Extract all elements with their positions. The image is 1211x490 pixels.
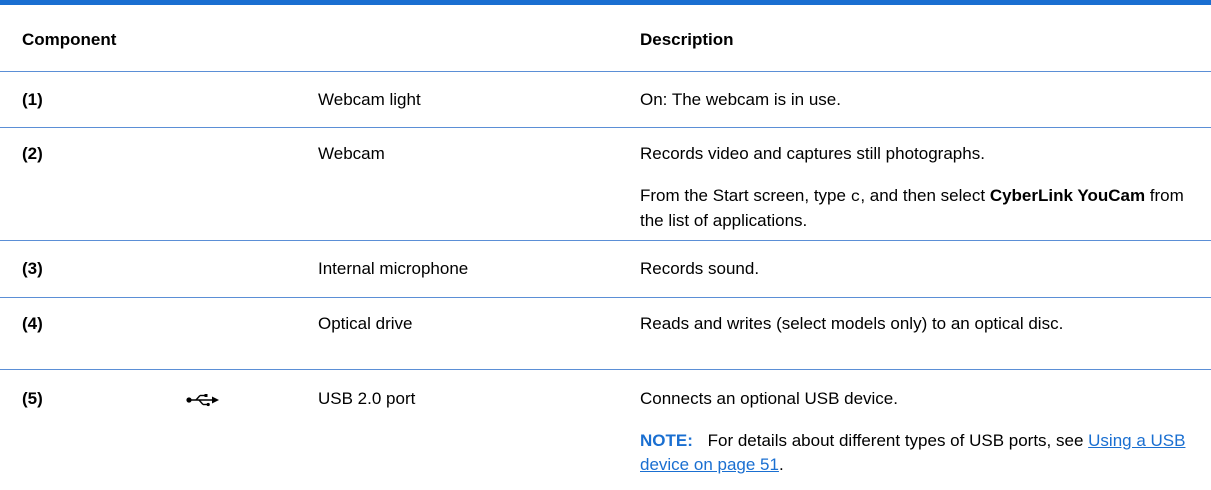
row-component-name: Optical drive — [318, 314, 413, 333]
table-row: (1) Webcam light On: The webcam is in us… — [0, 72, 1211, 128]
row-component-name: Webcam light — [318, 90, 421, 109]
row-number: (1) — [22, 90, 43, 109]
table-row: (3) Internal microphone Records sound. — [0, 241, 1211, 298]
row-component-name: USB 2.0 port — [318, 389, 416, 408]
note-paragraph: NOTE: For details about different types … — [640, 429, 1190, 477]
table-row: (2) Webcam Records video and captures st… — [0, 128, 1211, 241]
row-description: Connects an optional USB device. NOTE: F… — [640, 387, 1190, 477]
description-paragraph: From the Start screen, type c, and then … — [640, 184, 1190, 233]
row-description: On: The webcam is in use. — [640, 90, 841, 109]
table-row: (5) USB 2.0 port Connects an optional US… — [0, 370, 1211, 489]
row-component-name: Webcam — [318, 144, 385, 163]
row-number: (4) — [22, 314, 43, 333]
code-text: c — [850, 188, 861, 206]
note-text: For details about different types of USB… — [707, 431, 1084, 450]
usb-icon — [186, 394, 219, 407]
row-description: Records video and captures still photogr… — [640, 142, 1190, 233]
row-number: (3) — [22, 259, 43, 278]
description-paragraph: Records video and captures still photogr… — [640, 144, 985, 163]
note-text: . — [778, 455, 784, 474]
header-description: Description — [640, 30, 734, 49]
row-number: (5) — [22, 389, 43, 408]
note-label: NOTE: — [640, 431, 693, 450]
row-component-name: Internal microphone — [318, 259, 469, 278]
row-description: Reads and writes (select models only) to… — [640, 314, 1064, 333]
description-text: , and then select — [860, 186, 986, 205]
header-component: Component — [22, 30, 117, 49]
row-number: (2) — [22, 144, 43, 163]
table-row: (4) Optical drive Reads and writes (sele… — [0, 298, 1211, 370]
description-text: From the Start screen, type — [640, 186, 846, 205]
row-description: Records sound. — [640, 259, 760, 278]
app-name: CyberLink YouCam — [989, 186, 1146, 205]
description-paragraph: Connects an optional USB device. — [640, 389, 898, 408]
table-header-row: Component Description — [0, 5, 1211, 72]
